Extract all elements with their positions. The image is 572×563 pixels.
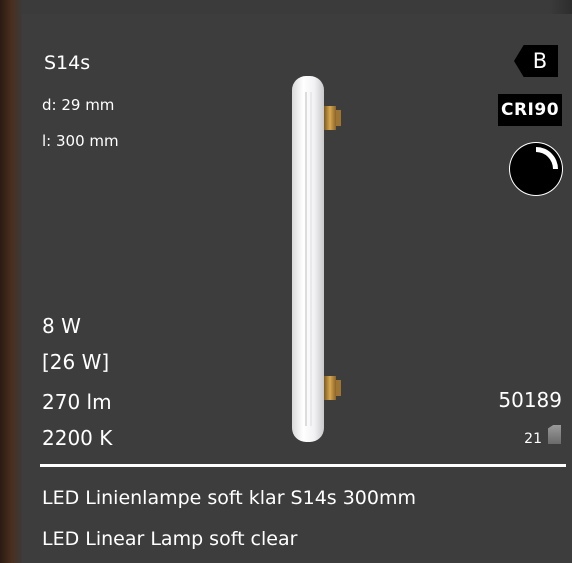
cri-badge: CRI90 (498, 94, 562, 126)
equivalent-power: [26 W] (42, 350, 110, 374)
pack-count: 21 (524, 431, 542, 447)
energy-class-label: B (532, 49, 548, 73)
diameter: d: 29 mm (42, 96, 115, 114)
lamp-image (292, 76, 341, 442)
product-name-de: LED Linienlampe soft klar S14s 300mm (42, 487, 416, 509)
energy-class-badge: B (514, 45, 558, 77)
product-name-en: LED Linear Lamp soft clear (42, 528, 298, 550)
package-icon (548, 425, 561, 444)
color-temperature: 2200 K (42, 426, 113, 450)
divider (40, 464, 566, 467)
dimmable-icon (509, 142, 563, 196)
lamp-base: S14s (44, 52, 91, 74)
power: 8 W (42, 314, 81, 338)
product-card: S14s d: 29 mm l: 300 mm B CRI90 8 W [26 … (22, 14, 572, 563)
article-number: 50189 (498, 388, 562, 412)
length: l: 300 mm (42, 132, 119, 150)
lumen: 270 lm (42, 390, 112, 414)
cri-label: CRI90 (500, 100, 560, 120)
